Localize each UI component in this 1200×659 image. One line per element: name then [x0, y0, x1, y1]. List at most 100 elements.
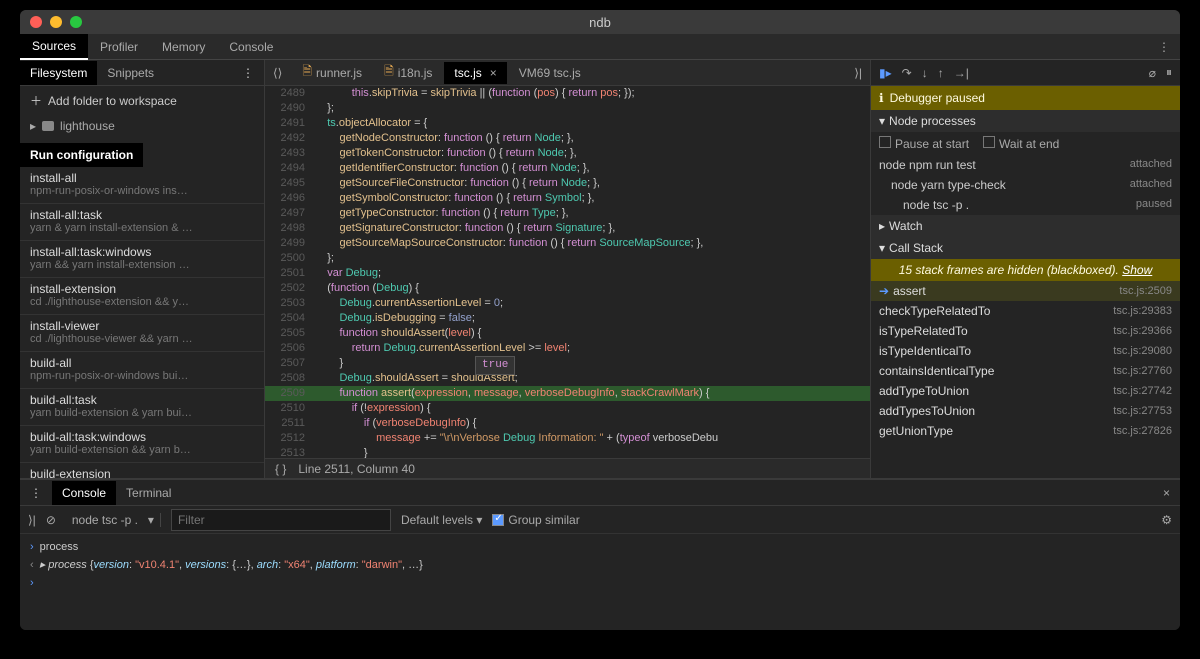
code-line[interactable]: 2498 getSignatureConstructor: function (… [265, 221, 870, 236]
console-context-icon[interactable]: ⟩| [28, 513, 36, 527]
code-line[interactable]: 2511 if (verboseDebugInfo) { [265, 416, 870, 431]
code-line[interactable]: 2494 getIdentifierConstructor: function … [265, 161, 870, 176]
group-similar-checkbox[interactable]: Group similar [492, 513, 579, 527]
code-line[interactable]: 2510 if (!expression) { [265, 401, 870, 416]
process-item[interactable]: node tsc -p .paused [871, 195, 1180, 215]
stack-frame[interactable]: getUnionTypetsc.js:27826 [871, 421, 1180, 441]
code-line[interactable]: 2489 this.skipTrivia = skipTrivia || (fu… [265, 86, 870, 101]
code-line[interactable]: 2504 Debug.isDebugging = false; [265, 311, 870, 326]
code-line[interactable]: 2512 message += "\r\nVerbose Debug Infor… [265, 431, 870, 446]
run-config-item[interactable]: build-allnpm-run-posix-or-windows bui… [20, 352, 264, 389]
run-config-item[interactable]: build-extensioncd ./lighthouse-extension… [20, 463, 264, 478]
cursor-indicator-icon[interactable]: { } [275, 462, 286, 475]
minimize-window-button[interactable] [50, 16, 62, 28]
code-line[interactable]: 2500 }; [265, 251, 870, 266]
log-levels-dropdown[interactable]: Default levels ▾ [401, 513, 482, 527]
file-tab-vm69[interactable]: VM69 tsc.js [509, 62, 591, 84]
wait-at-end-checkbox[interactable]: Wait at end [983, 136, 1059, 151]
left-panel: Filesystem Snippets ⋮ ＋ Add folder to wo… [20, 60, 265, 478]
process-item[interactable]: node yarn type-checkattached [871, 175, 1180, 195]
run-config-item[interactable]: build-all:task:windowsyarn build-extensi… [20, 426, 264, 463]
pause-on-exceptions-icon[interactable]: ⏸ [1166, 65, 1172, 80]
close-tab-icon[interactable]: × [490, 66, 497, 80]
code-line[interactable]: 2501 var Debug; [265, 266, 870, 281]
maximize-window-button[interactable] [70, 16, 82, 28]
code-line[interactable]: 2509 function assert(expression, message… [265, 386, 870, 401]
code-line[interactable]: 2499 getSourceMapSourceConstructor: func… [265, 236, 870, 251]
drawer-menu-icon[interactable]: ⋮ [20, 486, 52, 500]
resume-icon[interactable]: ▮▸ [879, 66, 892, 80]
code-line[interactable]: 2507 } [265, 356, 870, 371]
nav-left-icon[interactable]: ⟨⟩ [265, 66, 290, 80]
file-tab-tsc[interactable]: tsc.js× [444, 62, 506, 84]
stack-frame[interactable]: addTypesToUniontsc.js:27753 [871, 401, 1180, 421]
tab-sources[interactable]: Sources [20, 34, 88, 60]
stack-frame[interactable]: addTypeToUniontsc.js:27742 [871, 381, 1180, 401]
file-tab-i18n[interactable]: 🗎i18n.js [374, 58, 442, 87]
clear-console-icon[interactable]: ⊘ [46, 513, 56, 527]
code-editor[interactable]: true 2489 this.skipTrivia = skipTrivia |… [265, 86, 870, 458]
more-tabs-icon[interactable]: ⟩| [846, 66, 870, 80]
drawer-tab-console[interactable]: Console [52, 481, 116, 505]
tree-item-lighthouse[interactable]: ▸ lighthouse [20, 115, 264, 137]
main-tabs: Sources Profiler Memory Console ⋮ [20, 34, 1180, 60]
call-stack-header[interactable]: ▾Call Stack [871, 237, 1180, 259]
folder-icon [42, 121, 54, 131]
stack-frame[interactable]: checkTypeRelatedTotsc.js:29383 [871, 301, 1180, 321]
code-line[interactable]: 2491 ts.objectAllocator = { [265, 116, 870, 131]
code-line[interactable]: 2513 } [265, 446, 870, 458]
panel-menu-icon[interactable]: ⋮ [232, 66, 264, 80]
pause-at-start-checkbox[interactable]: Pause at start [879, 136, 969, 151]
step-over-icon[interactable]: ↷ [902, 66, 912, 80]
run-config-item[interactable]: install-viewercd ./lighthouse-viewer && … [20, 315, 264, 352]
close-window-button[interactable] [30, 16, 42, 28]
show-hidden-frames-link[interactable]: Show [1122, 263, 1152, 277]
run-config-item[interactable]: install-all:task:windowsyarn && yarn ins… [20, 241, 264, 278]
filter-input[interactable] [171, 509, 391, 531]
tab-profiler[interactable]: Profiler [88, 35, 150, 59]
code-line[interactable]: 2508 Debug.shouldAssert = shouldAssert; [265, 371, 870, 386]
file-tab-runner[interactable]: 🗎runner.js [292, 58, 372, 87]
window-title: ndb [589, 15, 611, 30]
code-line[interactable]: 2495 getSourceFileConstructor: function … [265, 176, 870, 191]
run-config-item[interactable]: install-extensioncd ./lighthouse-extensi… [20, 278, 264, 315]
deactivate-breakpoints-icon[interactable]: ⌀ [1149, 66, 1156, 80]
code-line[interactable]: 2502 (function (Debug) { [265, 281, 870, 296]
tab-snippets[interactable]: Snippets [97, 61, 164, 85]
drawer-tab-terminal[interactable]: Terminal [116, 481, 181, 505]
console-settings-icon[interactable]: ⚙ [1161, 513, 1172, 527]
process-item[interactable]: node npm run testattached [871, 155, 1180, 175]
code-line[interactable]: 2490 }; [265, 101, 870, 116]
step-icon[interactable]: →| [954, 66, 969, 80]
code-line[interactable]: 2496 getSymbolConstructor: function () {… [265, 191, 870, 206]
tab-filesystem[interactable]: Filesystem [20, 61, 97, 85]
code-line[interactable]: 2497 getTypeConstructor: function () { r… [265, 206, 870, 221]
stack-frame[interactable]: ➔asserttsc.js:2509 [871, 281, 1180, 301]
close-drawer-icon[interactable]: × [1153, 486, 1180, 500]
run-config-item[interactable]: build-all:taskyarn build-extension & yar… [20, 389, 264, 426]
console-line: › [30, 574, 1170, 592]
debugger-toolbar: ▮▸ ↷ ↓ ↑ →| ⌀ ⏸ [871, 60, 1180, 86]
code-line[interactable]: 2506 return Debug.currentAssertionLevel … [265, 341, 870, 356]
add-folder-button[interactable]: ＋ Add folder to workspace [20, 86, 264, 115]
console-context[interactable]: node tsc -p . ▾ [66, 513, 161, 527]
tab-memory[interactable]: Memory [150, 35, 217, 59]
code-line[interactable]: 2493 getTokenConstructor: function () { … [265, 146, 870, 161]
step-out-icon[interactable]: ↑ [938, 66, 944, 80]
stack-frame[interactable]: containsIdenticalTypetsc.js:27760 [871, 361, 1180, 381]
run-config-item[interactable]: install-allnpm-run-posix-or-windows ins… [20, 167, 264, 204]
code-line[interactable]: 2505 function shouldAssert(level) { [265, 326, 870, 341]
stack-frame[interactable]: isTypeRelatedTotsc.js:29366 [871, 321, 1180, 341]
console-toolbar: ⟩| ⊘ node tsc -p . ▾ Default levels ▾ Gr… [20, 506, 1180, 534]
console-output[interactable]: ›process‹▸ process {version: "v10.4.1", … [20, 534, 1180, 630]
main-menu-icon[interactable]: ⋮ [1148, 40, 1180, 54]
code-line[interactable]: 2503 Debug.currentAssertionLevel = 0; [265, 296, 870, 311]
watch-header[interactable]: ▸Watch [871, 215, 1180, 237]
stack-frame[interactable]: isTypeIdenticalTotsc.js:29080 [871, 341, 1180, 361]
node-processes-header[interactable]: ▾Node processes [871, 110, 1180, 132]
run-config-item[interactable]: install-all:taskyarn & yarn install-exte… [20, 204, 264, 241]
debugger-paused-banner: ℹ Debugger paused [871, 86, 1180, 110]
tab-console[interactable]: Console [217, 35, 285, 59]
code-line[interactable]: 2492 getNodeConstructor: function () { r… [265, 131, 870, 146]
step-into-icon[interactable]: ↓ [922, 66, 928, 80]
